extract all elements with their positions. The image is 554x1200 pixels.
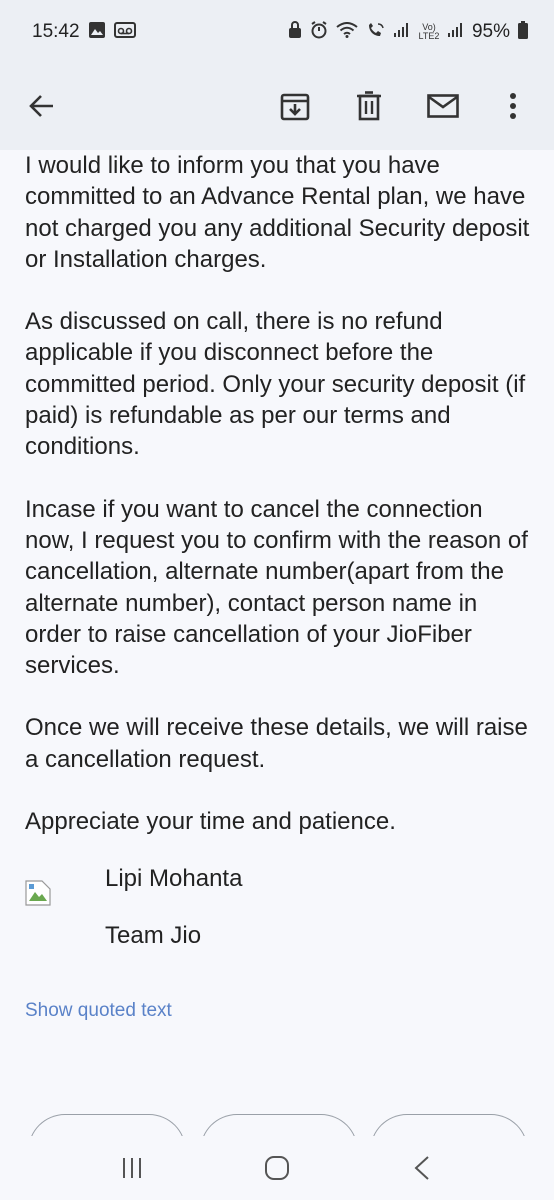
status-bar: 15:42 Vo) LTE2 95% [0,0,554,64]
more-options-button[interactable] [489,82,537,130]
status-time: 15:42 [32,21,80,42]
email-paragraph: Once we will receive these details, we w… [25,714,528,773]
wifi-icon [336,22,358,42]
more-vert-icon [510,93,516,119]
email-paragraph: As discussed on call, there is no refund… [25,308,526,461]
home-button[interactable] [247,1144,307,1192]
gallery-icon [88,21,106,43]
broken-image-icon [25,880,51,906]
signature-name: Lipi Mohanta [105,865,243,893]
wifi-calling-icon [366,22,386,42]
alarm-icon [310,21,328,43]
archive-button[interactable] [271,82,319,130]
delete-icon [357,91,381,121]
email-body: I would like to inform you that you have… [25,150,530,963]
battery-icon [518,21,528,43]
archive-icon [280,93,310,121]
home-icon [264,1156,289,1180]
volte-icon: Vo) LTE2 [418,22,440,41]
email-paragraph: I would like to inform you that you have… [25,152,530,273]
status-right: Vo) LTE2 95% [288,21,528,43]
voicemail-icon [113,22,136,42]
status-left: 15:42 [32,21,136,43]
delete-button[interactable] [345,82,393,130]
email-paragraph: Incase if you want to cancel the connect… [25,495,528,680]
signal-icon [447,23,464,41]
back-arrow-icon [29,95,53,117]
recents-button[interactable] [102,1144,162,1192]
email-toolbar [0,64,554,150]
back-button[interactable] [18,82,66,130]
email-paragraph: Appreciate your time and patience. [25,808,396,836]
email-signature: Lipi Mohanta Team Jio [25,865,530,963]
battery-percent: 95% [471,21,510,42]
back-icon [414,1156,429,1180]
mail-icon [427,94,459,118]
mark-unread-button[interactable] [419,82,467,130]
lock-icon [288,21,302,43]
show-quoted-text-link[interactable]: Show quoted text [25,1000,172,1022]
signature-team: Team Jio [105,922,202,950]
back-nav-button[interactable] [392,1144,452,1192]
recents-icon [123,1158,142,1178]
signal-icon [393,23,410,41]
system-nav-bar [0,1136,554,1200]
